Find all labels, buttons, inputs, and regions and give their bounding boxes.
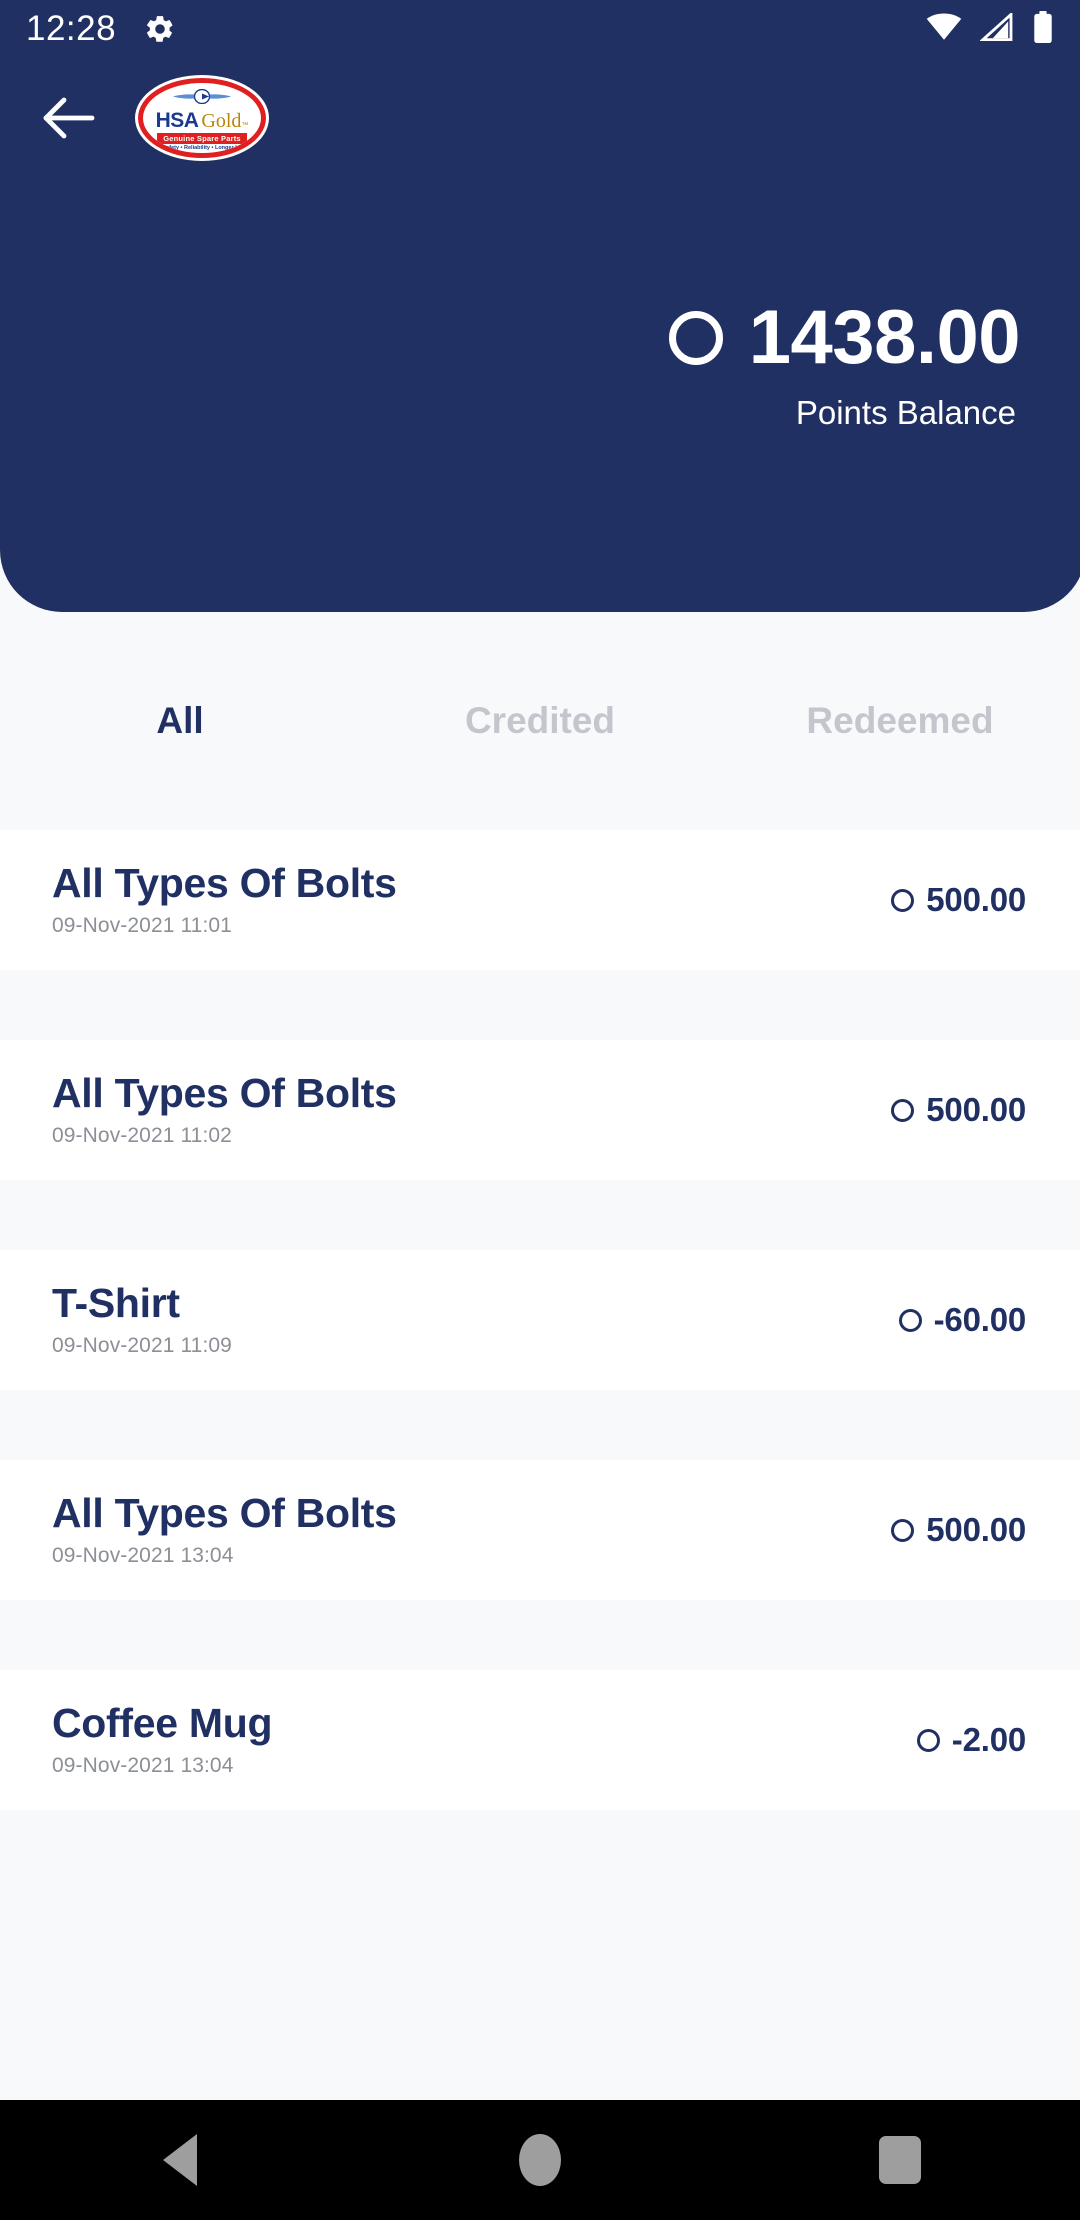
- status-bar: 12:28: [0, 0, 1080, 58]
- transaction-title: All Types Of Bolts: [52, 859, 397, 906]
- transaction-amount-group: -60.00: [898, 1301, 1027, 1339]
- transaction-date: 09-Nov-2021 11:09: [52, 1334, 232, 1358]
- tab-credited[interactable]: Credited: [360, 700, 720, 742]
- winged-emblem-icon: [172, 88, 232, 109]
- points-coin-icon: [916, 1728, 940, 1752]
- points-coin-icon: [668, 311, 723, 365]
- points-coin-icon: [891, 1518, 915, 1542]
- back-button[interactable]: [20, 70, 116, 166]
- transaction-info: All Types Of Bolts 09-Nov-2021 11:01: [52, 859, 397, 938]
- battery-full-icon: [1032, 10, 1054, 48]
- logo-brand-text: HSA: [155, 108, 199, 132]
- app-screen: 12:28 HSA Gold ™ Genuine Spare Parts • S…: [0, 0, 1080, 2220]
- logo-subbrand-text: Gold: [201, 109, 242, 132]
- back-arrow-icon: [43, 97, 95, 139]
- balance-label: Points Balance: [795, 394, 1016, 431]
- table-row[interactable]: All Types Of Bolts 09-Nov-2021 11:02 500…: [0, 1040, 1080, 1180]
- points-coin-icon: [891, 1098, 915, 1122]
- row-divider: [0, 1180, 1080, 1250]
- logo-wordmark: HSA Gold ™: [156, 110, 249, 131]
- gear-icon: [144, 13, 176, 45]
- row-divider: [0, 1600, 1080, 1670]
- cellular-signal-icon: [979, 10, 1014, 46]
- tab-redeemed[interactable]: Redeemed: [720, 700, 1080, 742]
- table-row[interactable]: Coffee Mug 09-Nov-2021 13:04 -2.00: [0, 1670, 1080, 1810]
- table-row[interactable]: All Types Of Bolts 09-Nov-2021 13:04 500…: [0, 1460, 1080, 1600]
- transaction-amount: 500.00: [926, 881, 1026, 918]
- transaction-date: 09-Nov-2021 13:04: [52, 1544, 234, 1568]
- nav-home-button[interactable]: [465, 2100, 615, 2220]
- nav-recents-button[interactable]: [825, 2100, 975, 2220]
- nav-home-icon: [519, 2134, 561, 2186]
- hsa-gold-logo: HSA Gold ™ Genuine Spare Parts • Safety …: [138, 78, 266, 158]
- balance-amount: 1438.00: [748, 295, 1021, 380]
- logo-trademark: ™: [241, 121, 249, 129]
- table-row[interactable]: T-Shirt 09-Nov-2021 11:09 -60.00: [0, 1250, 1080, 1390]
- android-navigation-bar: [0, 2100, 1080, 2220]
- transaction-amount-group: -2.00: [916, 1721, 1026, 1759]
- logo-banner-text: Genuine Spare Parts: [157, 132, 247, 144]
- points-coin-icon: [891, 888, 915, 912]
- nav-recents-icon: [879, 2136, 921, 2184]
- transaction-date: 09-Nov-2021 11:02: [52, 1124, 232, 1148]
- transaction-amount: 500.00: [926, 1091, 1026, 1128]
- transaction-info: T-Shirt 09-Nov-2021 11:09: [52, 1279, 232, 1358]
- transaction-amount-group: 500.00: [891, 881, 1026, 919]
- transaction-info: All Types Of Bolts 09-Nov-2021 13:04: [52, 1489, 397, 1568]
- transaction-amount: 500.00: [926, 1511, 1026, 1548]
- transaction-info: All Types Of Bolts 09-Nov-2021 11:02: [52, 1069, 397, 1148]
- app-bar: HSA Gold ™ Genuine Spare Parts • Safety …: [0, 58, 1080, 178]
- transaction-title: Coffee Mug: [52, 1699, 273, 1746]
- points-balance-block: 1438.00 Points Balance: [0, 300, 1080, 432]
- transaction-amount-group: 500.00: [891, 1511, 1026, 1549]
- tab-all[interactable]: All: [0, 700, 360, 742]
- transaction-date: 09-Nov-2021 11:01: [52, 914, 232, 938]
- transaction-title: All Types Of Bolts: [52, 1069, 397, 1116]
- table-row[interactable]: All Types Of Bolts 09-Nov-2021 11:01 500…: [0, 830, 1080, 970]
- logo-tagline-text: • Safety • Reliability • Longer Life: [159, 145, 245, 152]
- row-divider: [0, 970, 1080, 1040]
- transaction-title: T-Shirt: [52, 1279, 180, 1326]
- balance-amount-row: 1438.00: [668, 295, 1021, 380]
- transaction-amount-group: 500.00: [891, 1091, 1026, 1129]
- nav-back-icon: [163, 2134, 197, 2186]
- transaction-amount: -2.00: [951, 1721, 1026, 1758]
- transaction-filter-tabs: All Credited Redeemed: [0, 612, 1080, 830]
- points-coin-icon: [898, 1308, 922, 1332]
- nav-back-button[interactable]: [105, 2100, 255, 2220]
- transaction-list: All Types Of Bolts 09-Nov-2021 11:01 500…: [0, 830, 1080, 1810]
- transaction-info: Coffee Mug 09-Nov-2021 13:04: [52, 1699, 273, 1778]
- wifi-icon: [926, 13, 962, 46]
- transaction-amount: -60.00: [933, 1301, 1027, 1338]
- transaction-title: All Types Of Bolts: [52, 1489, 397, 1536]
- status-bar-time: 12:28: [26, 9, 117, 48]
- status-bar-icons: [926, 10, 1054, 48]
- row-divider: [0, 1390, 1080, 1460]
- transaction-date: 09-Nov-2021 13:04: [52, 1754, 234, 1778]
